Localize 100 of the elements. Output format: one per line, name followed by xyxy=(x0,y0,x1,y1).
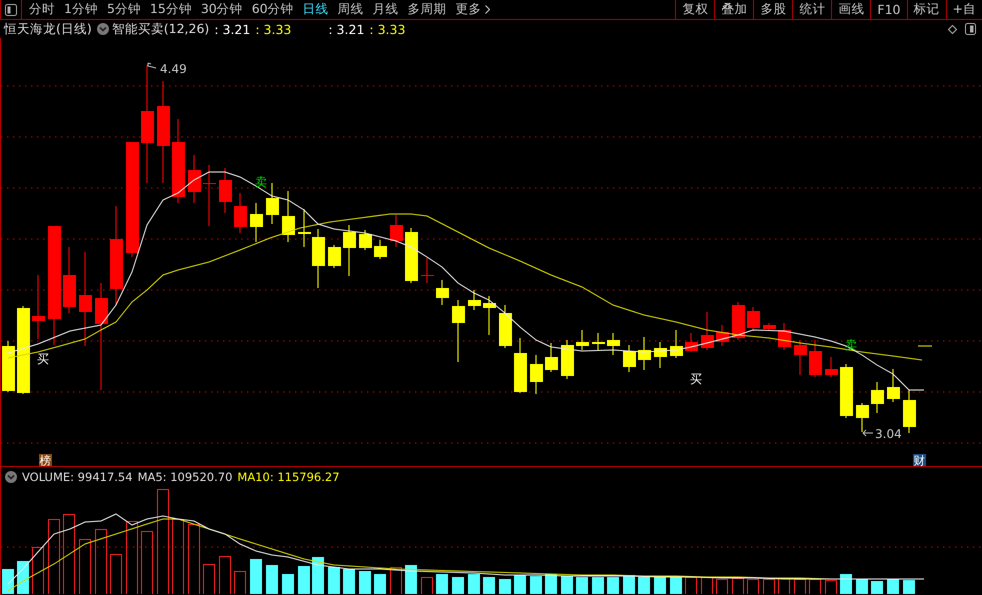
timeframe-tab[interactable]: 30分钟 xyxy=(200,1,243,18)
timeframe-tab[interactable]: 15分钟 xyxy=(150,1,192,18)
sell-signal: 卖 xyxy=(845,338,857,352)
timeframe-tab[interactable]: 5分钟 xyxy=(106,1,141,18)
volume-value: VOLUME: 99417.54 xyxy=(22,470,133,484)
toolbar-button[interactable]: 标记 xyxy=(906,0,946,19)
indicator-value: : 3.33 xyxy=(255,22,292,36)
leader-line xyxy=(148,62,156,68)
candlestick xyxy=(514,338,527,394)
timeframe-tab[interactable]: 日线 xyxy=(302,1,329,18)
buy-signal: 买 xyxy=(37,352,49,366)
candlestick xyxy=(903,390,916,434)
volume-bar xyxy=(219,556,231,594)
volume-bar xyxy=(778,578,790,594)
volume-bar xyxy=(343,569,355,594)
volume-bar xyxy=(188,524,200,594)
volume-bar xyxy=(670,577,682,594)
ma10-value: MA10: 115796.27 xyxy=(237,470,340,484)
candlestick xyxy=(405,228,418,284)
timeframe-tab[interactable]: 周线 xyxy=(338,1,364,18)
toolbar-button[interactable]: 复权 xyxy=(675,0,714,19)
volume-bar xyxy=(141,531,153,594)
volume-bar xyxy=(576,577,588,594)
candlestick xyxy=(716,324,729,346)
volume-bar xyxy=(390,567,402,594)
volume-bar xyxy=(298,566,310,594)
toolbar-button[interactable]: +自 xyxy=(946,0,982,19)
candlestick xyxy=(763,322,776,332)
ma5-value: MA5: 109520.70 xyxy=(138,470,232,484)
timeframe-tab[interactable]: 分时 xyxy=(29,1,55,18)
candlestick xyxy=(390,214,403,248)
timeframe-tab[interactable]: 更多 xyxy=(456,1,490,18)
toolbar-button[interactable]: 多股 xyxy=(753,0,792,19)
volume-bar xyxy=(17,561,29,594)
candlestick xyxy=(778,322,791,350)
candlestick xyxy=(592,332,605,352)
candlestick xyxy=(545,342,558,372)
toolbar-button[interactable]: F10 xyxy=(870,0,907,19)
candlestick xyxy=(282,190,295,242)
diamond-icon[interactable] xyxy=(948,24,957,34)
candlestick xyxy=(63,246,76,314)
dropdown-icon[interactable] xyxy=(5,471,17,483)
high-price-label: 4.49 xyxy=(160,62,187,76)
timeframe-tab[interactable]: 月线 xyxy=(372,1,399,18)
candlestick xyxy=(856,402,869,432)
volume-bar xyxy=(468,574,480,594)
low-price-label: 3.04 xyxy=(875,427,902,441)
volume-bar xyxy=(328,567,340,594)
volume-bar xyxy=(374,574,386,594)
volume-bar xyxy=(499,579,511,594)
candlestick xyxy=(623,344,636,372)
candlestick xyxy=(499,304,512,348)
candlestick xyxy=(654,342,667,368)
sell-signal: 卖 xyxy=(255,175,267,189)
timeframe-tab[interactable]: 60分钟 xyxy=(252,1,294,18)
candlestick xyxy=(266,182,279,224)
candlestick xyxy=(203,164,216,226)
volume-bar xyxy=(638,577,650,594)
indicator-value: : 3.21 xyxy=(328,22,364,36)
leader-line xyxy=(862,430,874,436)
volume-bar xyxy=(871,581,883,594)
badge[interactable]: 榜 xyxy=(39,454,52,466)
dropdown-icon[interactable] xyxy=(96,23,109,35)
candlestick xyxy=(343,224,356,276)
volume-bar xyxy=(266,565,278,594)
candlestick xyxy=(483,296,496,336)
timeframe-tab[interactable]: 1分钟 xyxy=(64,1,98,18)
volume-bar xyxy=(282,574,294,594)
volume-bar xyxy=(110,554,122,594)
timeframe-tab[interactable]: 多周期 xyxy=(408,1,447,18)
volume-bar xyxy=(887,579,899,594)
volume-bar xyxy=(530,576,542,594)
panel-toggle-icon[interactable] xyxy=(5,4,17,16)
volume-bar xyxy=(421,577,433,594)
toolbar-button[interactable]: 画线 xyxy=(831,0,870,19)
volume-bar xyxy=(514,575,526,594)
candlestick xyxy=(685,332,698,352)
candlestick xyxy=(840,364,853,418)
panel-toggle-icon[interactable] xyxy=(965,23,976,35)
indicator-name: 智能买卖(12,26) xyxy=(112,20,210,38)
volume-bar xyxy=(685,577,697,594)
volume-bar xyxy=(483,577,495,594)
volume-bar xyxy=(250,559,262,594)
volume-bar xyxy=(716,579,728,594)
volume-bar xyxy=(436,574,448,594)
toolbar-button[interactable]: 叠加 xyxy=(714,0,754,19)
candlestick xyxy=(576,330,589,350)
candlestick xyxy=(359,230,372,250)
badge[interactable]: 财 xyxy=(913,454,926,466)
candlestick xyxy=(794,340,807,376)
volume-bar xyxy=(312,557,324,594)
volume-bar xyxy=(592,577,604,594)
volume-bar xyxy=(359,571,371,594)
candlestick xyxy=(871,382,884,414)
chevron-right-icon xyxy=(484,5,490,14)
volume-bar xyxy=(763,579,775,594)
volume-bar xyxy=(856,579,868,594)
toolbar-button[interactable]: 统计 xyxy=(792,0,832,19)
volume-bar xyxy=(794,579,806,594)
volume-bar xyxy=(545,574,557,594)
